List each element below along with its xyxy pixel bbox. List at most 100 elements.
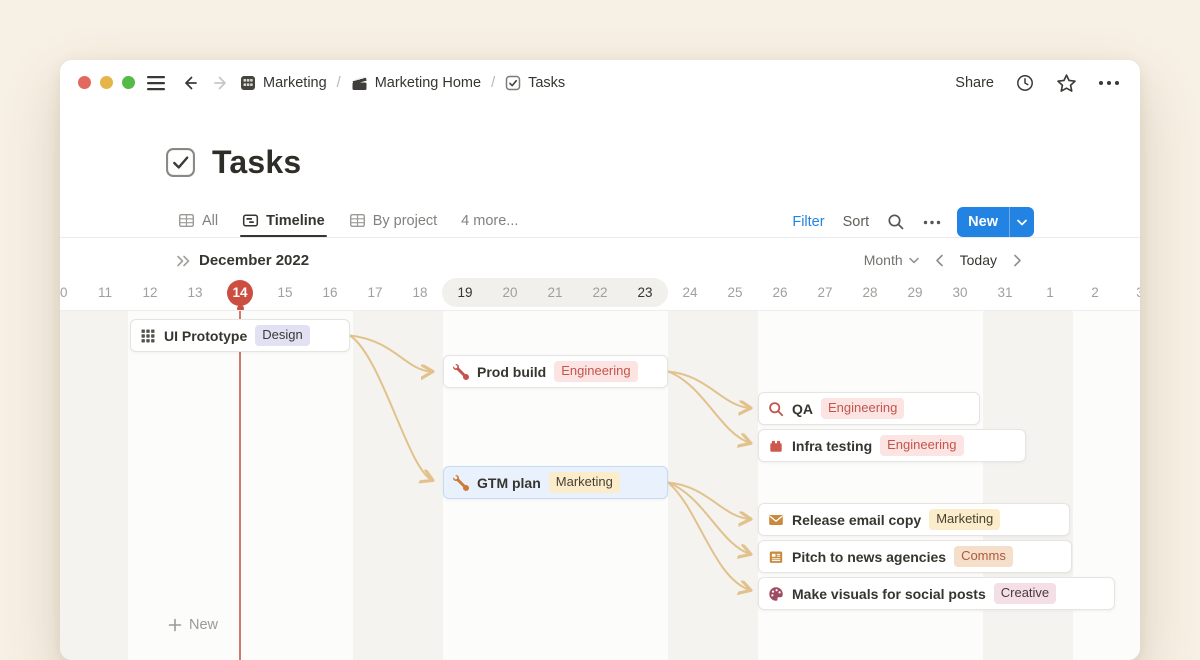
day-label[interactable]: 23: [623, 279, 668, 307]
tag-creative: Creative: [994, 583, 1056, 604]
task-card-make-visuals[interactable]: Make visuals for social posts Creative: [758, 577, 1115, 610]
forward-arrow-icon[interactable]: [211, 73, 231, 93]
page-title: Tasks: [212, 144, 301, 181]
timeline-month-title: December 2022: [199, 252, 309, 269]
breadcrumb-label: Tasks: [528, 75, 565, 91]
date-strip: 1011121314151617181920212223242526272829…: [60, 279, 1140, 307]
new-button[interactable]: New: [957, 207, 1034, 237]
divider: [60, 237, 1140, 238]
ellipsis-icon[interactable]: [923, 220, 941, 225]
table-icon: [349, 212, 366, 229]
envelope-icon: [768, 512, 784, 528]
day-label[interactable]: 22: [578, 279, 623, 307]
checkbox-icon: [505, 75, 521, 91]
star-icon[interactable]: [1056, 73, 1077, 94]
day-label[interactable]: 18: [398, 279, 443, 307]
close-window-button[interactable]: [78, 76, 91, 89]
day-label[interactable]: 26: [758, 279, 803, 307]
double-chevron-right-icon[interactable]: [176, 254, 191, 268]
day-label[interactable]: 25: [713, 279, 758, 307]
grid-icon: [140, 328, 156, 344]
task-title: UI Prototype: [164, 328, 247, 344]
app-window: Marketing / Marketing Home / Tasks Share: [60, 60, 1140, 660]
task-title: Infra testing: [792, 438, 872, 454]
tag-engineering: Engineering: [821, 398, 904, 419]
task-card-pitch-to-news-agencies[interactable]: Pitch to news agencies Comms: [758, 540, 1072, 573]
day-label[interactable]: 27: [803, 279, 848, 307]
breadcrumb-separator: /: [490, 75, 496, 91]
day-label[interactable]: 10: [60, 279, 83, 307]
task-card-prod-build[interactable]: Prod build Engineering: [443, 355, 668, 388]
day-label[interactable]: 21: [533, 279, 578, 307]
view-tabs: All Timeline By project 4 more...: [178, 204, 518, 237]
clock-icon[interactable]: [1015, 73, 1035, 93]
day-label[interactable]: 13: [173, 279, 218, 307]
day-label[interactable]: 15: [263, 279, 308, 307]
clapperboard-icon: [351, 75, 368, 92]
chevron-down-icon[interactable]: [1010, 219, 1034, 226]
tab-more-views[interactable]: 4 more...: [461, 213, 518, 229]
search-icon[interactable]: [887, 213, 905, 231]
tab-timeline[interactable]: Timeline: [242, 212, 325, 229]
timeline-body: UI Prototype Design Prod build Engineeri…: [60, 310, 1140, 660]
day-label[interactable]: 28: [848, 279, 893, 307]
grid-page-icon: [240, 75, 256, 91]
day-label[interactable]: 3: [1118, 279, 1141, 307]
day-label[interactable]: 16: [308, 279, 353, 307]
tag-design: Design: [255, 325, 309, 346]
filter-button[interactable]: Filter: [792, 214, 824, 230]
window-controls: [78, 76, 135, 89]
today-button[interactable]: Today: [960, 252, 997, 268]
share-button[interactable]: Share: [955, 75, 994, 91]
task-card-infra-testing[interactable]: Infra testing Engineering: [758, 429, 1026, 462]
task-title: Prod build: [477, 364, 546, 380]
day-label[interactable]: 12: [128, 279, 173, 307]
table-icon: [178, 212, 195, 229]
wrench-icon: [453, 475, 469, 491]
task-card-gtm-plan[interactable]: GTM plan Marketing: [443, 466, 668, 499]
day-label[interactable]: 30: [938, 279, 983, 307]
hamburger-icon[interactable]: [146, 74, 166, 92]
day-label-today[interactable]: 14: [227, 280, 253, 306]
chevron-left-icon[interactable]: [935, 254, 944, 267]
chevron-right-icon[interactable]: [1013, 254, 1022, 267]
breadcrumb-label: Marketing: [263, 75, 327, 91]
zoom-window-button[interactable]: [122, 76, 135, 89]
minimize-window-button[interactable]: [100, 76, 113, 89]
palette-icon: [768, 586, 784, 602]
tag-engineering: Engineering: [554, 361, 637, 382]
magnifier-icon: [768, 401, 784, 417]
task-card-release-email-copy[interactable]: Release email copy Marketing: [758, 503, 1070, 536]
day-label[interactable]: 20: [488, 279, 533, 307]
day-label[interactable]: 17: [353, 279, 398, 307]
breadcrumb-item-marketing-home[interactable]: Marketing Home: [351, 75, 481, 92]
day-label[interactable]: 11: [83, 279, 128, 307]
sort-button[interactable]: Sort: [843, 214, 870, 230]
ellipsis-icon[interactable]: [1098, 80, 1120, 86]
tag-marketing: Marketing: [549, 472, 620, 493]
task-title: Pitch to news agencies: [792, 549, 946, 565]
breadcrumb-label: Marketing Home: [375, 75, 481, 91]
brick-icon: [768, 438, 784, 454]
tab-by-project[interactable]: By project: [349, 212, 437, 229]
tag-engineering: Engineering: [880, 435, 963, 456]
task-title: Release email copy: [792, 512, 921, 528]
day-label[interactable]: 2: [1073, 279, 1118, 307]
chevron-down-icon: [909, 257, 919, 264]
day-label[interactable]: 19: [443, 279, 488, 307]
timeline-scale-select[interactable]: Month: [864, 252, 919, 268]
day-label[interactable]: 24: [668, 279, 713, 307]
tab-all[interactable]: All: [178, 212, 218, 229]
task-card-qa[interactable]: QA Engineering: [758, 392, 980, 425]
breadcrumb-item-tasks[interactable]: Tasks: [505, 75, 565, 91]
back-arrow-icon[interactable]: [180, 73, 200, 93]
task-title: Make visuals for social posts: [792, 586, 986, 602]
day-label[interactable]: 31: [983, 279, 1028, 307]
day-label[interactable]: 29: [893, 279, 938, 307]
page-checkbox-icon: [165, 147, 196, 178]
task-title: GTM plan: [477, 475, 541, 491]
task-card-ui-prototype[interactable]: UI Prototype Design: [130, 319, 350, 352]
new-task-button[interactable]: New: [168, 617, 218, 633]
day-label[interactable]: 1: [1028, 279, 1073, 307]
breadcrumb-item-marketing[interactable]: Marketing: [240, 75, 327, 91]
